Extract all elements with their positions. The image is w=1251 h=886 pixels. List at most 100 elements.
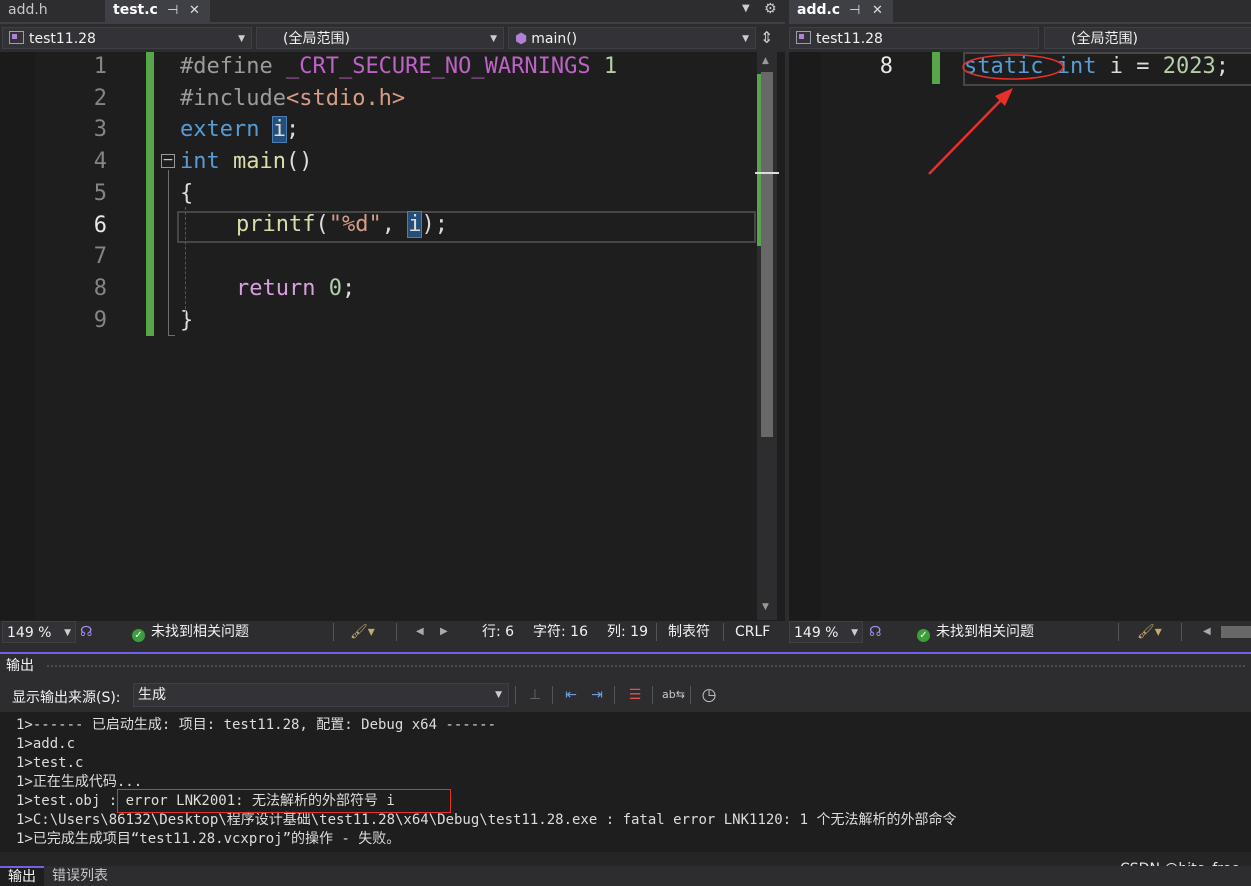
next-message-icon[interactable]: ⇥ — [586, 685, 608, 705]
vertical-scrollbar[interactable]: ▲ ▼ — [755, 52, 779, 620]
project-dropdown-value: test11.28 — [816, 31, 883, 47]
code-line-9: } — [180, 305, 193, 336]
pin-icon[interactable]: ⊣ — [849, 0, 860, 21]
function-name: main — [233, 149, 286, 174]
source-label: 显示输出来源(S): — [12, 690, 121, 706]
source-value: 生成 — [138, 687, 166, 703]
string-literal: "%d" — [328, 212, 382, 237]
gear-icon[interactable]: ⚙ — [764, 1, 777, 17]
scope-dropdown[interactable]: (全局范围) ▼ — [256, 27, 504, 49]
code-line-8: return 0; — [236, 273, 355, 304]
chevron-down-icon[interactable]: ▼ — [742, 3, 750, 14]
prev-icon[interactable]: ◀ — [416, 621, 424, 643]
copilot-icon[interactable]: ☊ — [80, 621, 92, 643]
line-number: 7 — [93, 244, 107, 269]
copilot-icon[interactable]: ☊ — [869, 621, 881, 643]
scroll-down-icon[interactable]: ▼ — [762, 602, 769, 612]
find-message-icon[interactable]: ⊥ — [524, 685, 546, 705]
annotation-arrow-line — [928, 95, 1006, 175]
left-editor[interactable]: 1 2 3 4 5 6 7 8 9 #define _CRT_SECURE_NO… — [0, 52, 785, 620]
right-editor[interactable]: 8 static int i = 2023; — [789, 52, 1251, 620]
brush-icon[interactable]: 🖌▾ — [1137, 621, 1162, 643]
punctuation: , — [381, 212, 409, 237]
annotation-overlay — [928, 54, 1064, 175]
line-indicator[interactable]: 行: 6 — [482, 621, 514, 643]
clear-all-icon[interactable]: ☰ — [624, 685, 646, 705]
zoom-dropdown[interactable]: 149 % ▼ — [789, 621, 863, 643]
drag-grip[interactable] — [46, 664, 1246, 669]
tab-label: add.c — [797, 2, 841, 18]
next-icon[interactable]: ▶ — [440, 621, 448, 643]
prev-message-icon[interactable]: ⇤ — [560, 685, 582, 705]
project-dropdown[interactable]: test11.28 ▼ — [2, 27, 252, 49]
output-text-area[interactable]: 1>------ 已启动生成: 项目: test11.28, 配置: Debug… — [0, 712, 1251, 852]
scroll-thumb[interactable] — [761, 72, 773, 437]
scope-dropdown-value: (全局范围) — [283, 31, 350, 47]
punctuation: } — [180, 308, 194, 333]
pin-icon[interactable]: ⊣ — [167, 0, 178, 21]
zoom-value: 149 % — [794, 625, 839, 641]
scope-dropdown[interactable]: (全局范围) — [1044, 27, 1251, 49]
change-bar — [146, 52, 154, 336]
member-dropdown[interactable]: ⬢ main() ▼ — [508, 27, 756, 49]
line-number: 5 — [93, 181, 107, 206]
tab-add-h[interactable]: add.h — [0, 0, 105, 22]
divider — [1118, 623, 1119, 641]
issues-status[interactable]: ✓ 未找到相关问题 — [917, 621, 1034, 643]
issues-status[interactable]: ✓ 未找到相关问题 — [132, 621, 249, 643]
right-status-bar: 149 % ▼ ☊ ✓ 未找到相关问题 🖌▾ ◀ — [789, 621, 1251, 643]
left-tab-strip: add.h test.c ⊣ ✕ ▼ ⚙ — [0, 0, 785, 22]
close-icon[interactable]: ✕ — [189, 0, 200, 21]
code-line-6: printf("%d", i); — [236, 209, 448, 240]
identifier-highlight[interactable]: i — [271, 116, 288, 143]
number-literal: 1 — [603, 54, 618, 79]
divider — [614, 686, 615, 704]
source-dropdown[interactable]: 生成 ▼ — [133, 683, 509, 707]
col-indicator[interactable]: 列: 19 — [607, 621, 648, 643]
chevron-down-icon: ▼ — [64, 628, 71, 638]
annotation-circle — [962, 54, 1064, 80]
right-nav-bar: test11.28 (全局范围) — [789, 24, 1251, 53]
chevron-down-icon: ▼ — [238, 34, 245, 44]
tab-label: 输出 — [8, 869, 36, 885]
output-title: 输出 — [6, 658, 34, 674]
line-number: 4 — [93, 149, 107, 174]
divider — [1181, 623, 1182, 641]
project-dropdown[interactable]: test11.28 — [789, 27, 1039, 49]
tab-error-list[interactable]: 错误列表 — [52, 866, 108, 886]
tab-add-c[interactable]: add.c ⊣ ✕ — [789, 0, 893, 22]
chevron-down-icon: ▼ — [490, 34, 497, 44]
brush-icon[interactable]: 🖌▾ — [350, 621, 375, 643]
identifier-highlight[interactable]: i — [407, 211, 423, 238]
horizontal-scroll-thumb[interactable] — [1221, 626, 1251, 638]
code-line-5: { — [180, 178, 193, 209]
code-line-2: #include<stdio.h> — [180, 83, 405, 114]
zoom-dropdown[interactable]: 149 % ▼ — [2, 621, 76, 643]
collapse-toggle[interactable]: − — [161, 153, 175, 168]
tabs-indicator[interactable]: 制表符 — [668, 621, 710, 643]
line-number-current: 6 — [93, 213, 107, 238]
tab-label: test.c — [113, 2, 158, 18]
issues-text: 未找到相关问题 — [151, 624, 249, 640]
tab-test-c[interactable]: test.c ⊣ ✕ — [105, 0, 210, 22]
issues-text: 未找到相关问题 — [936, 624, 1034, 640]
punctuation: ); — [421, 212, 448, 237]
number-literal: 0 — [328, 276, 342, 301]
output-hscroll[interactable] — [0, 852, 1251, 866]
clock-icon[interactable]: ◷ — [698, 685, 720, 705]
line-number: 9 — [93, 308, 107, 333]
char-indicator[interactable]: 字符: 16 — [533, 621, 588, 643]
bottom-tabs: 输出 错误列表 — [0, 866, 1251, 886]
close-icon[interactable]: ✕ — [872, 0, 883, 21]
preprocessor-directive: #define — [180, 54, 273, 79]
scroll-up-icon[interactable]: ▲ — [762, 56, 769, 66]
indicator-margin — [789, 52, 821, 620]
split-icon[interactable]: ⇕ — [760, 28, 773, 47]
line-number: 2 — [93, 86, 107, 111]
prev-icon[interactable]: ◀ — [1203, 621, 1211, 643]
eol-indicator[interactable]: CRLF — [735, 621, 770, 643]
word-wrap-icon[interactable]: ab⇆ — [662, 685, 685, 705]
error-highlight-box — [117, 789, 451, 813]
tab-output[interactable]: 输出 — [0, 866, 44, 886]
check-icon: ✓ — [132, 629, 145, 642]
